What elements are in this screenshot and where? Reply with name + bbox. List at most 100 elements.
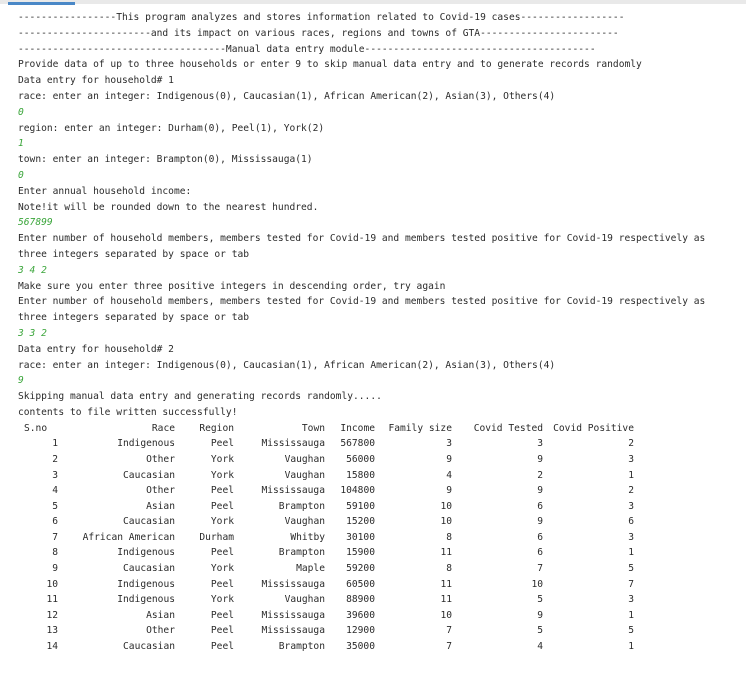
cell-covid-tested: 9 [537, 609, 543, 621]
cell-region: York [210, 563, 234, 575]
cell-income: 59200 [346, 563, 375, 575]
console-output-line: -----------------This program analyzes a… [18, 12, 625, 23]
table-row: 13 Other Peel Mississauga 12900 7 5 5 [18, 623, 634, 639]
cell-family-size: 8 [446, 531, 452, 543]
cell-town: Mississauga [261, 625, 325, 637]
cell-income: 59100 [346, 500, 375, 512]
table-row: 7 African American Durham Whitby 30100 8 6 3 [18, 530, 634, 546]
cell-race: Caucasian [123, 469, 175, 481]
cell-sno: 14 [46, 641, 58, 653]
cell-region: Peel [210, 438, 234, 450]
cell-income: 88900 [346, 594, 375, 606]
console-output-line: Skipping manual data entry and generatin… [18, 391, 382, 403]
cell-region: Peel [210, 609, 234, 621]
table-row: 12 Asian Peel Mississauga 39600 10 9 1 [18, 608, 634, 624]
console-user-input-line: 3 4 2 [18, 264, 47, 276]
console-output-line: Provide data of up to three households o… [18, 59, 642, 71]
cell-income: 15900 [346, 547, 375, 559]
cell-covid-positive: 7 [628, 578, 634, 590]
header-race: Race [151, 422, 175, 434]
header-family-size: Family size [388, 422, 452, 434]
header-town: Town [301, 422, 325, 434]
cell-town: Mississauga [261, 485, 325, 497]
console-top-border [0, 0, 746, 4]
cell-race: Caucasian [123, 641, 175, 653]
cell-income: 39600 [346, 609, 375, 621]
cell-income: 12900 [346, 625, 375, 637]
cell-covid-positive: 5 [628, 563, 634, 575]
cell-town: Vaughan [284, 453, 325, 465]
records-table: S.no Race Region Town Income Family size… [18, 421, 634, 655]
table-row: 11 Indigenous York Vaughan 88900 11 5 3 [18, 592, 634, 608]
cell-region: Peel [210, 500, 234, 512]
console-output-line: Enter annual household income: [18, 185, 192, 197]
table-row: 8 Indigenous Peel Brampton 15900 11 6 1 [18, 545, 634, 561]
cell-region: York [210, 594, 234, 606]
table-row: 1 Indigenous Peel Mississauga 567800 3 3 2 [18, 436, 634, 452]
cell-covid-positive: 3 [628, 500, 634, 512]
console-user-input-line: 3 3 2 [18, 327, 47, 339]
header-sno: S.no [24, 422, 48, 434]
cell-region: Peel [210, 485, 234, 497]
cell-region: York [210, 453, 234, 465]
cell-town: Brampton [278, 500, 325, 512]
console-output-line: contents to file written successfully! [18, 406, 238, 418]
header-region: Region [199, 422, 234, 434]
cell-race: Other [146, 485, 175, 497]
active-tab-indicator[interactable] [8, 2, 75, 5]
cell-race: Indigenous [117, 578, 175, 590]
cell-family-size: 3 [446, 438, 452, 450]
cell-family-size: 8 [446, 563, 452, 575]
cell-town: Mississauga [261, 578, 325, 590]
console-user-input-line: 567899 [18, 217, 53, 229]
cell-covid-tested: 7 [537, 563, 543, 575]
cell-covid-tested: 2 [537, 469, 543, 481]
console-output-line: three integers separated by space or tab [18, 312, 250, 324]
console-user-input-line: 9 [18, 375, 24, 387]
console-output-line: town: enter an integer: Brampton(0), Mis… [18, 154, 313, 166]
console-output-line: Note!it will be rounded down to the near… [18, 201, 319, 213]
records-table-body: 1 Indigenous Peel Mississauga 567800 3 3 2 2 Othe… [18, 436, 634, 654]
cell-income: 60500 [346, 578, 375, 590]
cell-race: Other [146, 453, 175, 465]
cell-family-size: 7 [446, 641, 452, 653]
console-output-line: Make sure you enter three positive integ… [18, 280, 446, 292]
cell-race: Other [146, 625, 175, 637]
table-row: 2 Other York Vaughan 56000 9 9 3 [18, 452, 634, 468]
records-table-header: S.no Race Region Town Income Family size… [18, 421, 634, 437]
console-output-line: Enter number of household members, membe… [18, 233, 706, 245]
header-income: Income [340, 422, 375, 434]
cell-family-size: 10 [440, 609, 452, 621]
cell-race: African American [82, 531, 175, 543]
cell-sno: 10 [46, 578, 58, 590]
cell-sno: 11 [46, 594, 58, 606]
cell-covid-positive: 6 [628, 516, 634, 528]
cell-family-size: 9 [446, 453, 452, 465]
cell-covid-positive: 3 [628, 531, 634, 543]
cell-covid-positive: 3 [628, 594, 634, 606]
cell-town: Mississauga [261, 609, 325, 621]
cell-sno: 3 [52, 469, 58, 481]
cell-race: Indigenous [117, 547, 175, 559]
console-user-input-line: 0 [18, 169, 24, 181]
cell-covid-tested: 5 [537, 625, 543, 637]
table-row: 3 Caucasian York Vaughan 15800 4 2 1 [18, 468, 634, 484]
cell-covid-tested: 9 [537, 516, 543, 528]
cell-family-size: 11 [440, 547, 452, 559]
cell-sno: 4 [52, 485, 58, 497]
table-row: 14 Caucasian Peel Brampton 35000 7 4 1 [18, 639, 634, 655]
table-row: 4 Other Peel Mississauga 104800 9 9 2 [18, 483, 634, 499]
console-lines: -----------------This program analyzes a… [18, 10, 742, 421]
cell-race: Indigenous [117, 594, 175, 606]
cell-region: Peel [210, 547, 234, 559]
cell-covid-tested: 5 [537, 594, 543, 606]
table-row: 5 Asian Peel Brampton 59100 10 6 3 [18, 499, 634, 515]
cell-covid-positive: 3 [628, 453, 634, 465]
cell-race: Indigenous [117, 438, 175, 450]
console-output-line: Data entry for household# 2 [18, 343, 174, 355]
cell-income: 15200 [346, 516, 375, 528]
cell-covid-tested: 6 [537, 531, 543, 543]
cell-race: Asian [146, 609, 175, 621]
header-covid-tested: Covid Tested [473, 422, 543, 434]
cell-town: Vaughan [284, 594, 325, 606]
